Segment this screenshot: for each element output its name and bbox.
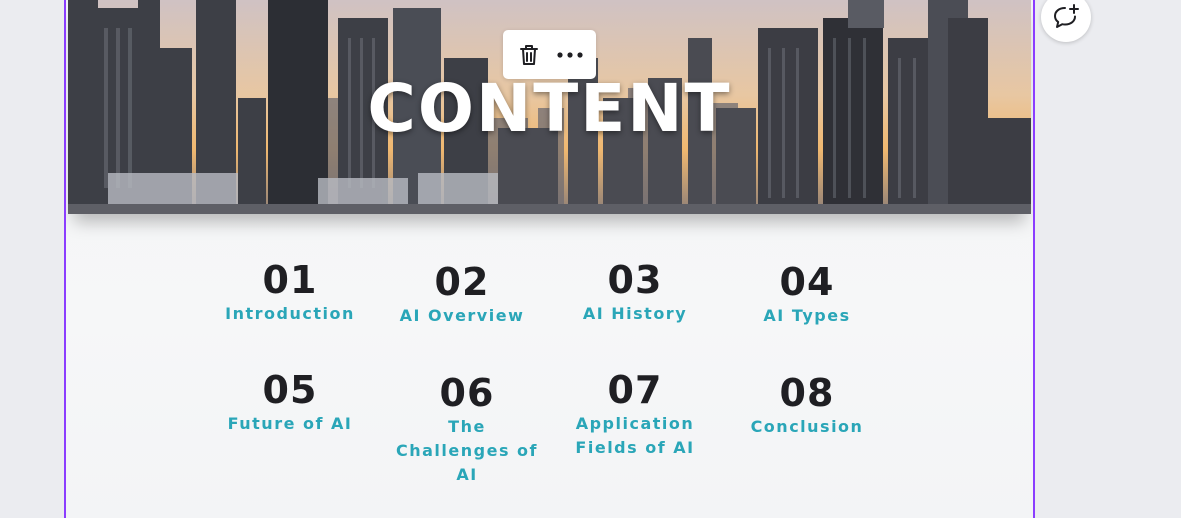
toc-label: Conclusion (750, 417, 864, 436)
element-toolbar (503, 30, 596, 79)
toc-item-8[interactable]: 08 Conclusion (717, 371, 897, 439)
slide-title[interactable]: CONTENT (68, 70, 1031, 147)
delete-button[interactable] (511, 37, 547, 73)
toc-label: AI Types (763, 306, 851, 325)
toc-number: 06 (439, 371, 495, 415)
toc-number: 05 (262, 368, 318, 412)
toc-item-3[interactable]: 03 AI History (545, 258, 725, 326)
trash-icon (520, 44, 539, 65)
add-comment-icon (1054, 4, 1079, 28)
toc-item-4[interactable]: 04 AI Types (717, 260, 897, 328)
toc-label: AI Overview (399, 306, 525, 325)
add-comment-button[interactable] (1041, 0, 1091, 42)
toc-number: 02 (434, 260, 490, 304)
toc-number: 01 (262, 258, 318, 302)
toc-item-7[interactable]: 07 Application Fields of AI (545, 368, 725, 460)
toc-label: The Challenges of AI (396, 417, 538, 484)
toc-label: AI History (582, 304, 688, 323)
toc-label: Introduction (225, 304, 355, 323)
more-horizontal-icon (557, 51, 583, 58)
toc-number: 03 (607, 258, 663, 302)
toc-item-1[interactable]: 01 Introduction (200, 258, 380, 326)
toc-item-5[interactable]: 05 Future of AI (200, 368, 380, 436)
toc-number: 07 (607, 368, 663, 412)
toc-item-6[interactable]: 06 The Challenges of AI (372, 371, 562, 487)
toc-label: Future of AI (227, 414, 353, 433)
toc-item-2[interactable]: 02 AI Overview (372, 260, 552, 328)
more-options-button[interactable] (552, 37, 588, 73)
toc-number: 04 (779, 260, 835, 304)
toc-number: 08 (779, 371, 835, 415)
toc-label: Application Fields of AI (575, 414, 695, 457)
